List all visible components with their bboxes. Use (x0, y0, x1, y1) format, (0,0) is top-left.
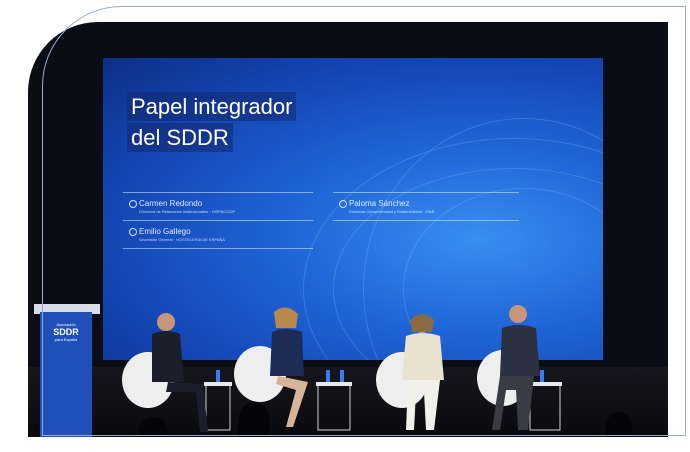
speaker-bullet-icon (129, 228, 137, 236)
speaker-name: Carmen Redondo (139, 199, 203, 208)
speaker-role: Directora Competitividad y Sostenibilida… (349, 209, 435, 214)
audience-head (606, 412, 632, 437)
slide-title: Papel integrador del SDDR (127, 92, 297, 154)
photo-frame: Papel integrador del SDDR Carmen Redondo… (28, 22, 668, 437)
panelists (122, 305, 562, 432)
slide-title-line1: Papel integrador (127, 92, 297, 121)
speaker-role: Secretario General · HOSTELERÍA DE ESPAÑ… (139, 237, 225, 242)
speaker-name: Paloma Sánchez (349, 199, 410, 208)
speaker-3: Paloma Sánchez Directora Competitividad … (339, 199, 435, 215)
podium-logo: Asociación SDDR para España (53, 322, 79, 342)
speaker-name: Emilio Gallego (139, 227, 191, 236)
audience-head (238, 402, 270, 437)
speaker-2: Emilio Gallego Secretario General · HOST… (129, 227, 225, 243)
speaker-role: Directora de Relaciones Institucionales … (139, 209, 236, 214)
speaker-bullet-icon (339, 200, 347, 208)
speaker-bullet-icon (129, 200, 137, 208)
speaker-1: Carmen Redondo Directora de Relaciones I… (129, 199, 236, 215)
slide-title-line2: del SDDR (127, 123, 233, 152)
